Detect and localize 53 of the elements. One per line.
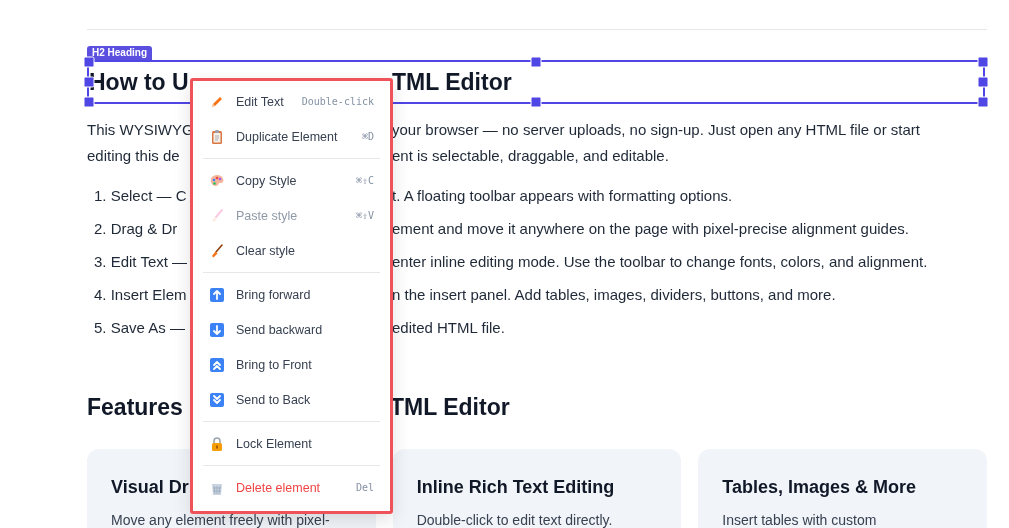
body-text: edited HTML file. xyxy=(392,318,506,338)
body-text: ement and move it anywhere on the page with pixel-precise alignment guides. xyxy=(392,219,910,239)
shortcut-hint: ⌘⇧C xyxy=(355,175,374,186)
resize-handle[interactable] xyxy=(530,56,542,68)
menu-item[interactable]: Edit Text Double-click xyxy=(193,84,390,119)
shortcut-hint: Del xyxy=(355,482,374,493)
menu-item[interactable]: Send backward xyxy=(193,312,390,347)
menu-item[interactable]: Bring to Front xyxy=(193,347,390,382)
card-title: Visual Dr xyxy=(111,477,189,498)
card-description: Double-click to edit text directly. xyxy=(416,512,614,528)
body-text: 2. Drag & Dr xyxy=(94,219,179,239)
body-text: your browser — no server uploads, no sign-up. Just open any HTML file or start xyxy=(392,120,922,140)
card-description: Move any element freely with pixel- xyxy=(111,512,331,528)
body-text: ent is selectable, draggable, and editable. xyxy=(392,146,670,166)
shortcut-hint: ⌘⇧V xyxy=(355,210,374,221)
body-text: 1. Select — C xyxy=(94,186,188,206)
resize-handle[interactable] xyxy=(530,96,542,108)
arrow-down-icon xyxy=(209,321,225,338)
card-title: Tables, Images & More xyxy=(722,477,917,498)
body-text: 4. Insert Elem xyxy=(94,285,188,305)
brush-icon xyxy=(209,242,225,259)
resize-handle[interactable] xyxy=(977,76,989,88)
resize-handle[interactable] xyxy=(977,96,989,108)
resize-handle[interactable] xyxy=(977,56,989,68)
menu-item[interactable]: Duplicate Element ⌘D xyxy=(193,119,390,154)
heading-text: TML Editor xyxy=(392,68,512,97)
body-text: 3. Edit Text — xyxy=(94,252,189,272)
resize-handle[interactable] xyxy=(83,96,95,108)
heading-text: TML Editor xyxy=(390,393,511,422)
palette-icon xyxy=(209,172,225,189)
menu-item[interactable]: Clear style xyxy=(193,233,390,268)
resize-handle[interactable] xyxy=(83,56,95,68)
lock-icon xyxy=(209,435,225,452)
double-arrow-down-icon xyxy=(209,391,225,408)
menu-item[interactable]: Delete element Del xyxy=(193,470,390,505)
shortcut-hint: ⌘D xyxy=(361,131,374,142)
arrow-up-icon xyxy=(209,286,225,303)
card-title: Inline Rich Text Editing xyxy=(416,477,615,498)
heading-text: Features xyxy=(87,393,184,422)
menu-item[interactable]: Lock Element xyxy=(193,426,390,461)
brush-icon xyxy=(209,207,225,224)
element-type-badge: H2 Heading xyxy=(87,46,152,60)
menu-item[interactable]: Copy Style ⌘⇧C xyxy=(193,163,390,198)
body-text: 5. Save As — xyxy=(94,318,186,338)
body-text: editing this de xyxy=(87,146,181,166)
card-description: Insert tables with custom xyxy=(722,512,878,528)
shortcut-hint: Double-click xyxy=(301,96,374,107)
body-text: enter inline editing mode. Use the toolbar to change fonts, colors, and alignment. xyxy=(392,252,929,272)
body-text: n the insert panel. Add tables, images, dividers, buttons, and more. xyxy=(392,285,837,305)
clipboard-icon xyxy=(209,128,225,145)
double-arrow-up-icon xyxy=(209,356,225,373)
menu-item[interactable]: Bring forward xyxy=(193,277,390,312)
menu-item[interactable]: Send to Back xyxy=(193,382,390,417)
